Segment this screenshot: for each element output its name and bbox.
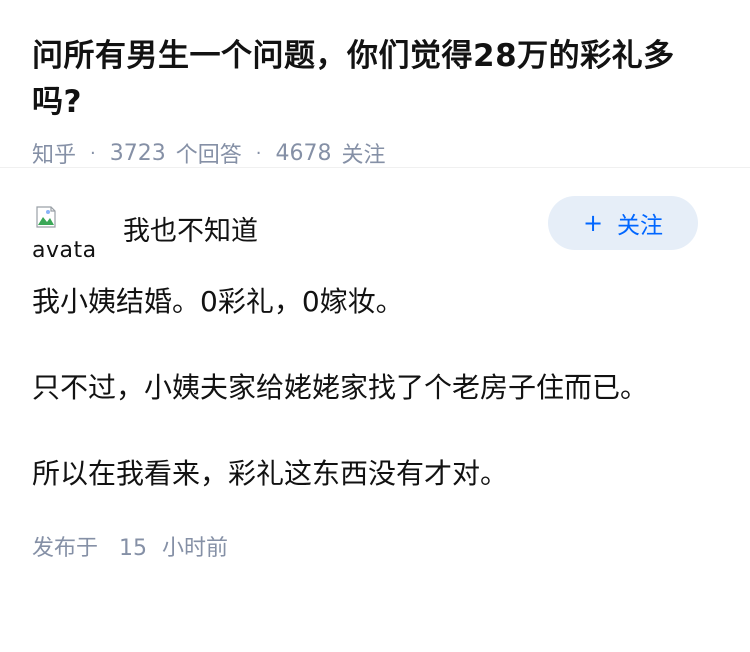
answers-count: 3723 xyxy=(109,140,166,166)
meta-separator: · xyxy=(90,142,96,164)
published-unit: 小时前 xyxy=(162,536,229,561)
question-meta: 知乎 · 3723 个回答 · 4678 关注 xyxy=(32,137,718,169)
avatar[interactable]: avatar xyxy=(32,198,98,264)
avatar-alt-text: avatar xyxy=(32,238,98,263)
answers-label: 个回答 xyxy=(175,143,242,168)
answer-content: 我小姨结婚。0彩礼，0嫁妆。 只不过，小姨夫家给姥姥家找了个老房子住而已。 所以… xyxy=(32,282,718,494)
broken-image-icon xyxy=(36,206,56,228)
answer-paragraph: 我小姨结婚。0彩礼，0嫁妆。 xyxy=(32,285,404,318)
meta-separator: · xyxy=(255,142,262,164)
published-value: 15 xyxy=(119,536,148,561)
author-row: avatar 我也不知道 + 关注 xyxy=(32,196,718,264)
published-time: 发布于 15 小时前 xyxy=(32,530,718,562)
answer-paragraph: 所以在我看来，彩礼这东西没有才对。 xyxy=(32,457,509,490)
published-prefix: 发布于 xyxy=(32,536,99,561)
followers-label: 关注 xyxy=(341,143,386,168)
answer-paragraph: 只不过，小姨夫家给姥姥家找了个老房子住而已。 xyxy=(32,371,649,404)
follow-button-label: 关注 xyxy=(617,213,664,239)
source-label: 知乎 xyxy=(32,143,77,168)
followers-count: 4678 xyxy=(275,140,332,166)
plus-icon: + xyxy=(582,209,604,237)
question-header: 问所有男生一个问题，你们觉得28万的彩礼多吗? 知乎 · 3723 个回答 · … xyxy=(0,0,750,168)
follow-button[interactable]: + 关注 xyxy=(548,196,698,250)
author-name[interactable]: 我也不知道 xyxy=(123,209,548,248)
question-title[interactable]: 问所有男生一个问题，你们觉得28万的彩礼多吗? xyxy=(32,33,718,125)
answer-card: avatar 我也不知道 + 关注 我小姨结婚。0彩礼，0嫁妆。 只不过，小姨夫… xyxy=(0,168,750,562)
